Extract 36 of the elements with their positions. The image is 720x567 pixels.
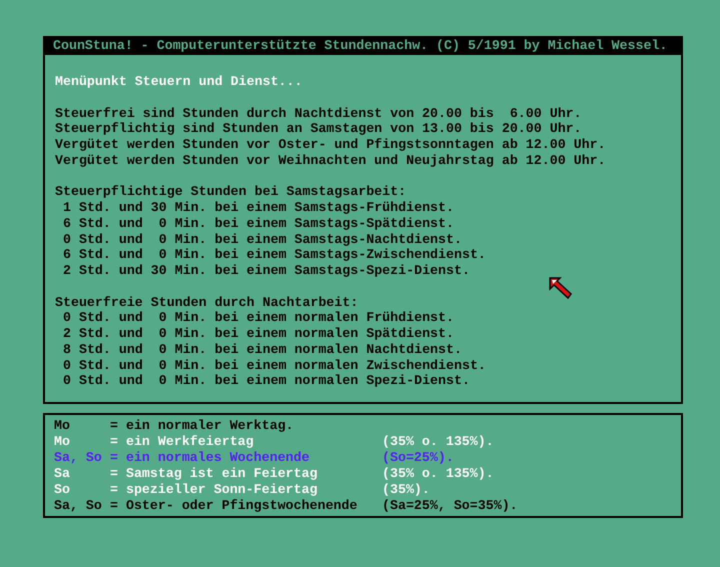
legend-key: Mo: [54, 434, 110, 450]
legend-key: Sa, So: [54, 450, 110, 466]
section-heading: Steuerfreie Stunden durch Nachtarbeit:: [55, 294, 358, 310]
hours-line: 8 Std. und 0 Min. bei einem normalen Nachtdienst.: [63, 342, 462, 358]
legend-note: (35% o. 135%).: [382, 466, 494, 482]
legend-meaning: = spezieller Sonn-Feiertag: [110, 482, 318, 498]
rule-line: Vergütet werden Stunden vor Weihnachten und Neujahrstag ab 12.00 Uhr.: [55, 152, 606, 168]
legend-meaning: = Oster- oder Pfingstwochenende: [110, 498, 358, 514]
rule-line: Vergütet werden Stunden vor Oster- und Pfingstsonntagen ab 12.00 Uhr.: [55, 137, 606, 153]
legend-meaning: = Samstag ist ein Feiertag: [110, 466, 318, 482]
window-title: CounStuna! - Computerunterstützte Stundennachw. (C) 5/1991 by Michael Wessel.: [43, 36, 683, 55]
legend-note: (Sa=25%, So=35%).: [382, 498, 518, 514]
pointer-icon: [549, 277, 573, 299]
legend-note: (35% o. 135%).: [382, 434, 494, 450]
legend-key: So: [54, 482, 110, 498]
menu-heading: Menüpunkt Steuern und Dienst...: [55, 74, 302, 90]
hours-line: 0 Std. und 0 Min. bei einem normalen Spezi-Dienst.: [63, 373, 470, 389]
hours-line: 0 Std. und 0 Min. bei einem normalen Zwischendienst.: [63, 358, 486, 374]
legend-meaning: = ein normales Wochenende: [110, 450, 310, 466]
hours-line: 6 Std. und 0 Min. bei einem Samstags-Zwischendienst.: [63, 247, 486, 263]
rule-line: Steuerpflichtig sind Stunden an Samstagen von 13.00 bis 20.00 Uhr.: [55, 121, 582, 137]
section-heading: Steuerpflichtige Stunden bei Samstagsarbeit:: [55, 184, 406, 200]
hours-line: 2 Std. und 0 Min. bei einem normalen Spätdienst.: [63, 326, 454, 342]
legend-note: (35%).: [382, 482, 430, 498]
rule-line: Steuerfrei sind Stunden durch Nachtdienst von 20.00 bis 6.00 Uhr.: [55, 106, 582, 122]
hours-line: 1 Std. und 30 Min. bei einem Samstags-Frühdienst.: [63, 200, 454, 216]
hours-line: 0 Std. und 0 Min. bei einem Samstags-Nachtdienst.: [63, 232, 462, 248]
legend-key: Mo: [54, 418, 110, 434]
legend-meaning: = ein normaler Werktag.: [110, 418, 295, 434]
hours-line: 2 Std. und 30 Min. bei einem Samstags-Spezi-Dienst.: [63, 263, 470, 279]
legend-note: (So=25%).: [382, 450, 454, 466]
legend-key: Sa, So: [54, 498, 110, 514]
legend-meaning: = ein Werkfeiertag: [110, 434, 255, 450]
legend-key: Sa: [54, 466, 110, 482]
hours-line: 0 Std. und 0 Min. bei einem normalen Frühdienst.: [63, 310, 454, 326]
hours-line: 6 Std. und 0 Min. bei einem Samstags-Spätdienst.: [63, 216, 454, 232]
